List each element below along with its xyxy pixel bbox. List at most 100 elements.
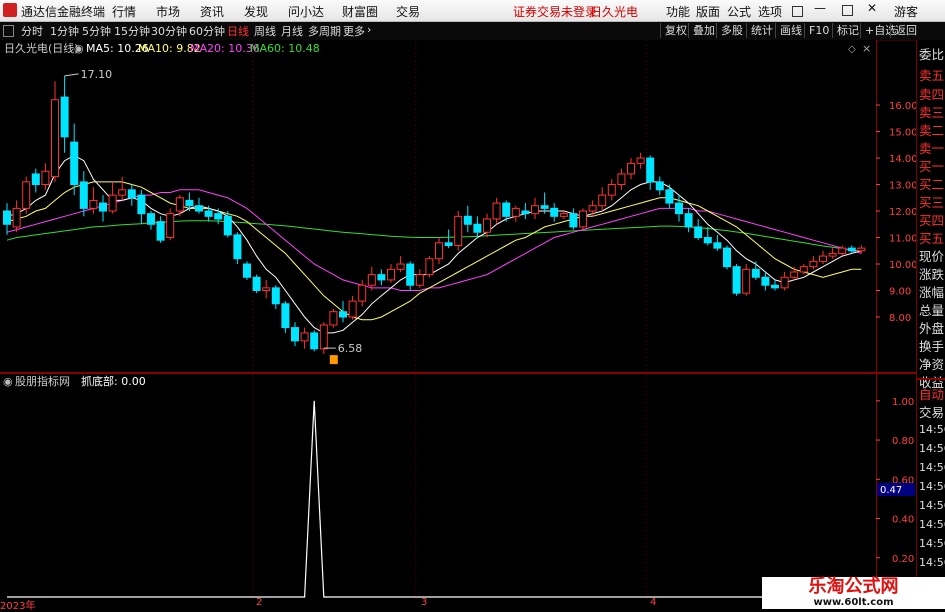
- price-tick-label: 12.00: [889, 207, 916, 218]
- indicator-menu-icon[interactable]: ◉: [3, 375, 13, 388]
- tick-time: 14:56: [919, 423, 945, 436]
- btn-mark[interactable]: 标记: [832, 23, 863, 38]
- indicator-tick-label: 0.40: [892, 515, 914, 526]
- tick-time: 14:56: [919, 480, 945, 493]
- date-label-feb: 2: [256, 597, 263, 608]
- period-daily[interactable]: 日线: [227, 23, 249, 39]
- btn-overlay[interactable]: 叠加: [688, 23, 719, 38]
- side-label: 卖五: [919, 68, 945, 83]
- quote-side-panel[interactable]: 委比 卖五 卖四 卖三 卖二 卖一 买一 买二 买三 买四 买五 现价 涨跌 涨…: [916, 40, 945, 609]
- legend-ma60: MA60: 10.48: [250, 42, 320, 55]
- watermark-title: 乐淘公式网: [808, 576, 899, 597]
- period-1min[interactable]: 1分钟: [50, 23, 79, 39]
- candle: [723, 245, 731, 270]
- price-tick-label: 13.00: [889, 181, 916, 192]
- auto-trade-label[interactable]: 自动: [919, 384, 944, 403]
- tick-time: 14:56: [919, 499, 945, 512]
- period-tick[interactable]: 分时: [21, 23, 43, 39]
- menu-formula[interactable]: 公式: [727, 3, 751, 20]
- current-stock: 日久光电: [590, 5, 639, 19]
- indicator-tick-label: 0.80: [892, 436, 914, 447]
- btn-multi-stock[interactable]: 多股: [716, 23, 747, 38]
- candle: [329, 309, 338, 328]
- indicator-chart[interactable]: ◉ 股朋指标网 抓底部: 0.00: [0, 374, 876, 599]
- maximize-icon[interactable]: [842, 5, 853, 16]
- date-label-year: 2023年: [0, 601, 36, 612]
- top-menu-bar: 通达信金融终端 行情 市场 资讯 发现 问小达 财富圈 交易 证券交易未登录 日…: [0, 0, 945, 22]
- period-more[interactable]: 更多: [343, 23, 365, 39]
- chevron-right-icon[interactable]: ›: [367, 23, 371, 36]
- candle: [243, 261, 251, 280]
- side-label: 净资: [919, 357, 945, 372]
- side-label: 涨跌: [919, 267, 945, 282]
- price-tick-label: 8.00: [889, 313, 911, 324]
- price-tick-label: 15.00: [889, 128, 916, 139]
- menu-news[interactable]: 资讯: [200, 3, 224, 20]
- candle: [732, 264, 741, 296]
- login-status[interactable]: 证券交易未登录: [513, 3, 597, 20]
- indicator-ticks: 1.000.800.600.400.20: [876, 397, 914, 565]
- side-label: 买二: [919, 177, 945, 192]
- menu-layout[interactable]: 版面: [696, 3, 720, 20]
- candle: [252, 274, 261, 294]
- side-label: 买四: [919, 213, 945, 228]
- price-axis[interactable]: 16.00 15.00 14.00 13.00 12.00 11.00 10.00 9.00 8…: [876, 40, 916, 600]
- tick-time: 14:56: [919, 537, 945, 550]
- side-label: 卖四: [919, 87, 945, 102]
- btn-stats[interactable]: 统计: [746, 23, 777, 38]
- price-tick-label: 11.00: [889, 234, 916, 245]
- period-5min[interactable]: 5分钟: [82, 23, 111, 39]
- menu-wealth[interactable]: 财富圈: [342, 3, 378, 20]
- chart-legend: 日久光电(日线) ◉ MA5: 10.26 MA10: 9.82 MA20: 1…: [4, 41, 320, 55]
- date-label-mar: 3: [421, 597, 428, 608]
- side-label: 卖一: [919, 141, 945, 156]
- guest-label[interactable]: 游客: [894, 3, 918, 20]
- period-15min[interactable]: 15分钟: [114, 23, 150, 39]
- price-tick-label: 16.00: [889, 101, 916, 112]
- menu-trade[interactable]: 交易: [396, 3, 420, 20]
- window-menu-icon[interactable]: [792, 6, 803, 17]
- btn-draw[interactable]: 画线: [775, 23, 806, 38]
- side-label: 卖二: [919, 123, 945, 138]
- high-label: 17.10: [81, 68, 113, 81]
- watermark: 乐淘公式网 www.60lt.com: [762, 577, 945, 609]
- menu-quotes[interactable]: 行情: [112, 3, 136, 20]
- price-tick-label: 14.00: [889, 154, 916, 165]
- date-axis: 2023年 2 3 4: [0, 597, 876, 612]
- menu-function[interactable]: 功能: [666, 3, 690, 20]
- menu-discover[interactable]: 发现: [244, 3, 268, 20]
- period-monthly[interactable]: 月线: [281, 23, 303, 39]
- price-tick-label: 10.00: [889, 260, 916, 271]
- low-label: 6.58: [338, 342, 363, 355]
- btn-f10[interactable]: F10: [804, 23, 833, 38]
- indicator-title: 股朋指标网: [15, 374, 70, 388]
- side-divider: [917, 378, 945, 380]
- candlestick-chart[interactable]: 日久光电(日线) ◉ MA5: 10.26 MA10: 9.82 MA20: 1…: [0, 40, 876, 372]
- tick-time: 14:56: [919, 442, 945, 455]
- menu-ask[interactable]: 问小达: [288, 3, 324, 20]
- event-marker-icon[interactable]: [329, 355, 338, 365]
- close-icon[interactable]: ✕: [867, 1, 877, 15]
- minimize-icon[interactable]: —: [814, 1, 826, 15]
- period-weekly[interactable]: 周线: [254, 23, 276, 39]
- period-toolbar: 分时 1分钟 5分钟 15分钟 30分钟 60分钟 日线 周线 月线 多周期 更…: [0, 22, 945, 41]
- close-icon[interactable]: ×: [862, 42, 871, 55]
- btn-back[interactable]: 返回: [890, 23, 921, 38]
- period-60min[interactable]: 60分钟: [189, 23, 225, 39]
- tick-time: 14:56: [919, 461, 945, 474]
- menu-options[interactable]: 选项: [758, 3, 782, 20]
- side-label: 委比: [919, 47, 945, 62]
- period-multi[interactable]: 多周期: [308, 23, 341, 39]
- side-label: 卖三: [919, 105, 945, 120]
- diamond-icon[interactable]: ◇: [848, 44, 856, 55]
- btn-adjust[interactable]: 复权: [660, 23, 691, 38]
- panel-toggle-icon[interactable]: [3, 25, 14, 37]
- price-ticks: 16.00 15.00 14.00 13.00 12.00 11.00 10.00 9.00 8…: [876, 101, 916, 324]
- candle: [579, 208, 587, 230]
- menu-market[interactable]: 市场: [156, 3, 180, 20]
- app-title: 通达信金融终端: [21, 5, 106, 19]
- candle: [310, 330, 319, 352]
- indicator-tick-label: 1.00: [892, 397, 914, 408]
- side-label: 总量: [919, 303, 945, 318]
- period-30min[interactable]: 30分钟: [151, 23, 187, 39]
